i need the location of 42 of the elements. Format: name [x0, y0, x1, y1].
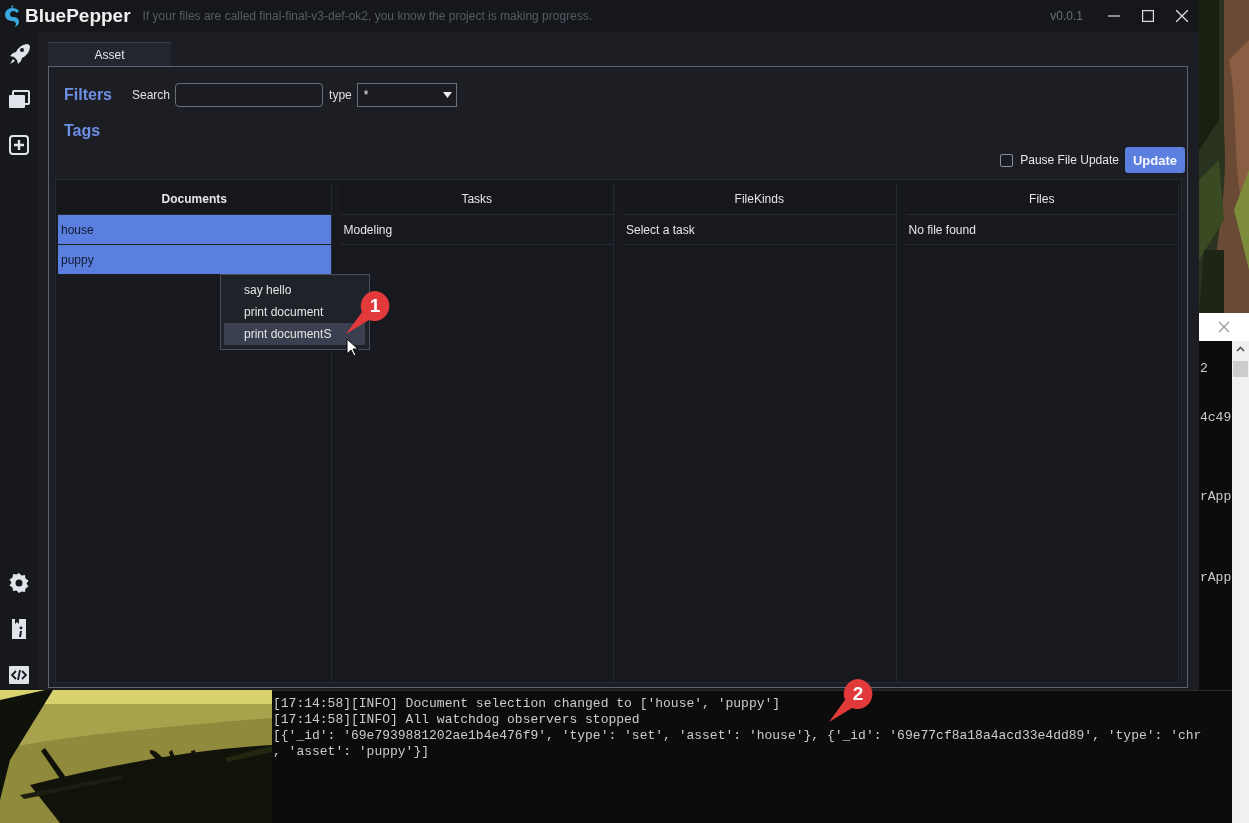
windows-icon[interactable] [8, 88, 30, 110]
log-line: [17:14:58][INFO] Document selection changed to ['house', 'puppy'] [273, 696, 782, 712]
type-dropdown[interactable]: * [356, 83, 457, 107]
type-label: type [329, 88, 352, 102]
menu-item[interactable]: print document [224, 301, 330, 323]
app-tagline: If your files are called final-final-v3-def-ok2, you know the project is making progress. [142, 9, 594, 23]
log-line: , 'asset': 'puppy'}] [273, 744, 431, 760]
search-field[interactable] [175, 83, 324, 107]
window-titlebar [1199, 313, 1249, 341]
pause-label: Pause File Update [1020, 153, 1119, 167]
rocket-icon[interactable] [8, 42, 30, 64]
list-item[interactable]: Modeling [340, 215, 613, 245]
console-text: rApp [1200, 489, 1232, 504]
scrollbar-thumb[interactable] [1233, 361, 1248, 377]
mouse-cursor-icon [346, 338, 359, 357]
app-title: BluePepper [25, 5, 131, 27]
version-label: v0.0.1 [1050, 9, 1083, 23]
search-label: Search [132, 88, 171, 102]
console-text: 4c49 [1200, 410, 1232, 425]
empty-message: No file found [905, 215, 1178, 245]
empty-message: Select a task [623, 215, 896, 245]
dropdown-caret-icon[interactable] [442, 92, 452, 98]
code-icon[interactable] [8, 664, 30, 686]
update-button[interactable]: Update [1124, 147, 1185, 173]
console-text: rApp [1200, 570, 1232, 585]
menu-item[interactable]: print documentS [224, 323, 365, 345]
tags-heading: Tags [64, 122, 101, 140]
log-line: [{'_id': '69e7939881202ae1b4e476f9', 'type': 'set', 'asset': 'house'}, {'_id': '69e77cf8a18a4acd33e4dd89', 'type': 'chr [273, 728, 1203, 744]
pepper-logo-icon [3, 5, 21, 27]
settings-icon[interactable] [8, 572, 30, 594]
scrollbar[interactable] [1232, 341, 1249, 823]
tab[interactable]: Asset [48, 42, 171, 66]
pause-checkbox[interactable] [1000, 153, 1014, 167]
filters-heading: Filters [64, 86, 112, 104]
log-line: [17:14:58][INFO] All watchdog observers stopped [273, 712, 641, 728]
list-item[interactable]: puppy [58, 245, 331, 275]
list-item[interactable]: house [58, 215, 331, 245]
console-text: 2 [1200, 361, 1208, 376]
maximize-icon[interactable] [1142, 10, 1154, 22]
scroll-up-icon[interactable] [1236, 346, 1245, 352]
add-icon[interactable] [8, 134, 30, 156]
menu-item[interactable]: say hello [224, 279, 298, 301]
